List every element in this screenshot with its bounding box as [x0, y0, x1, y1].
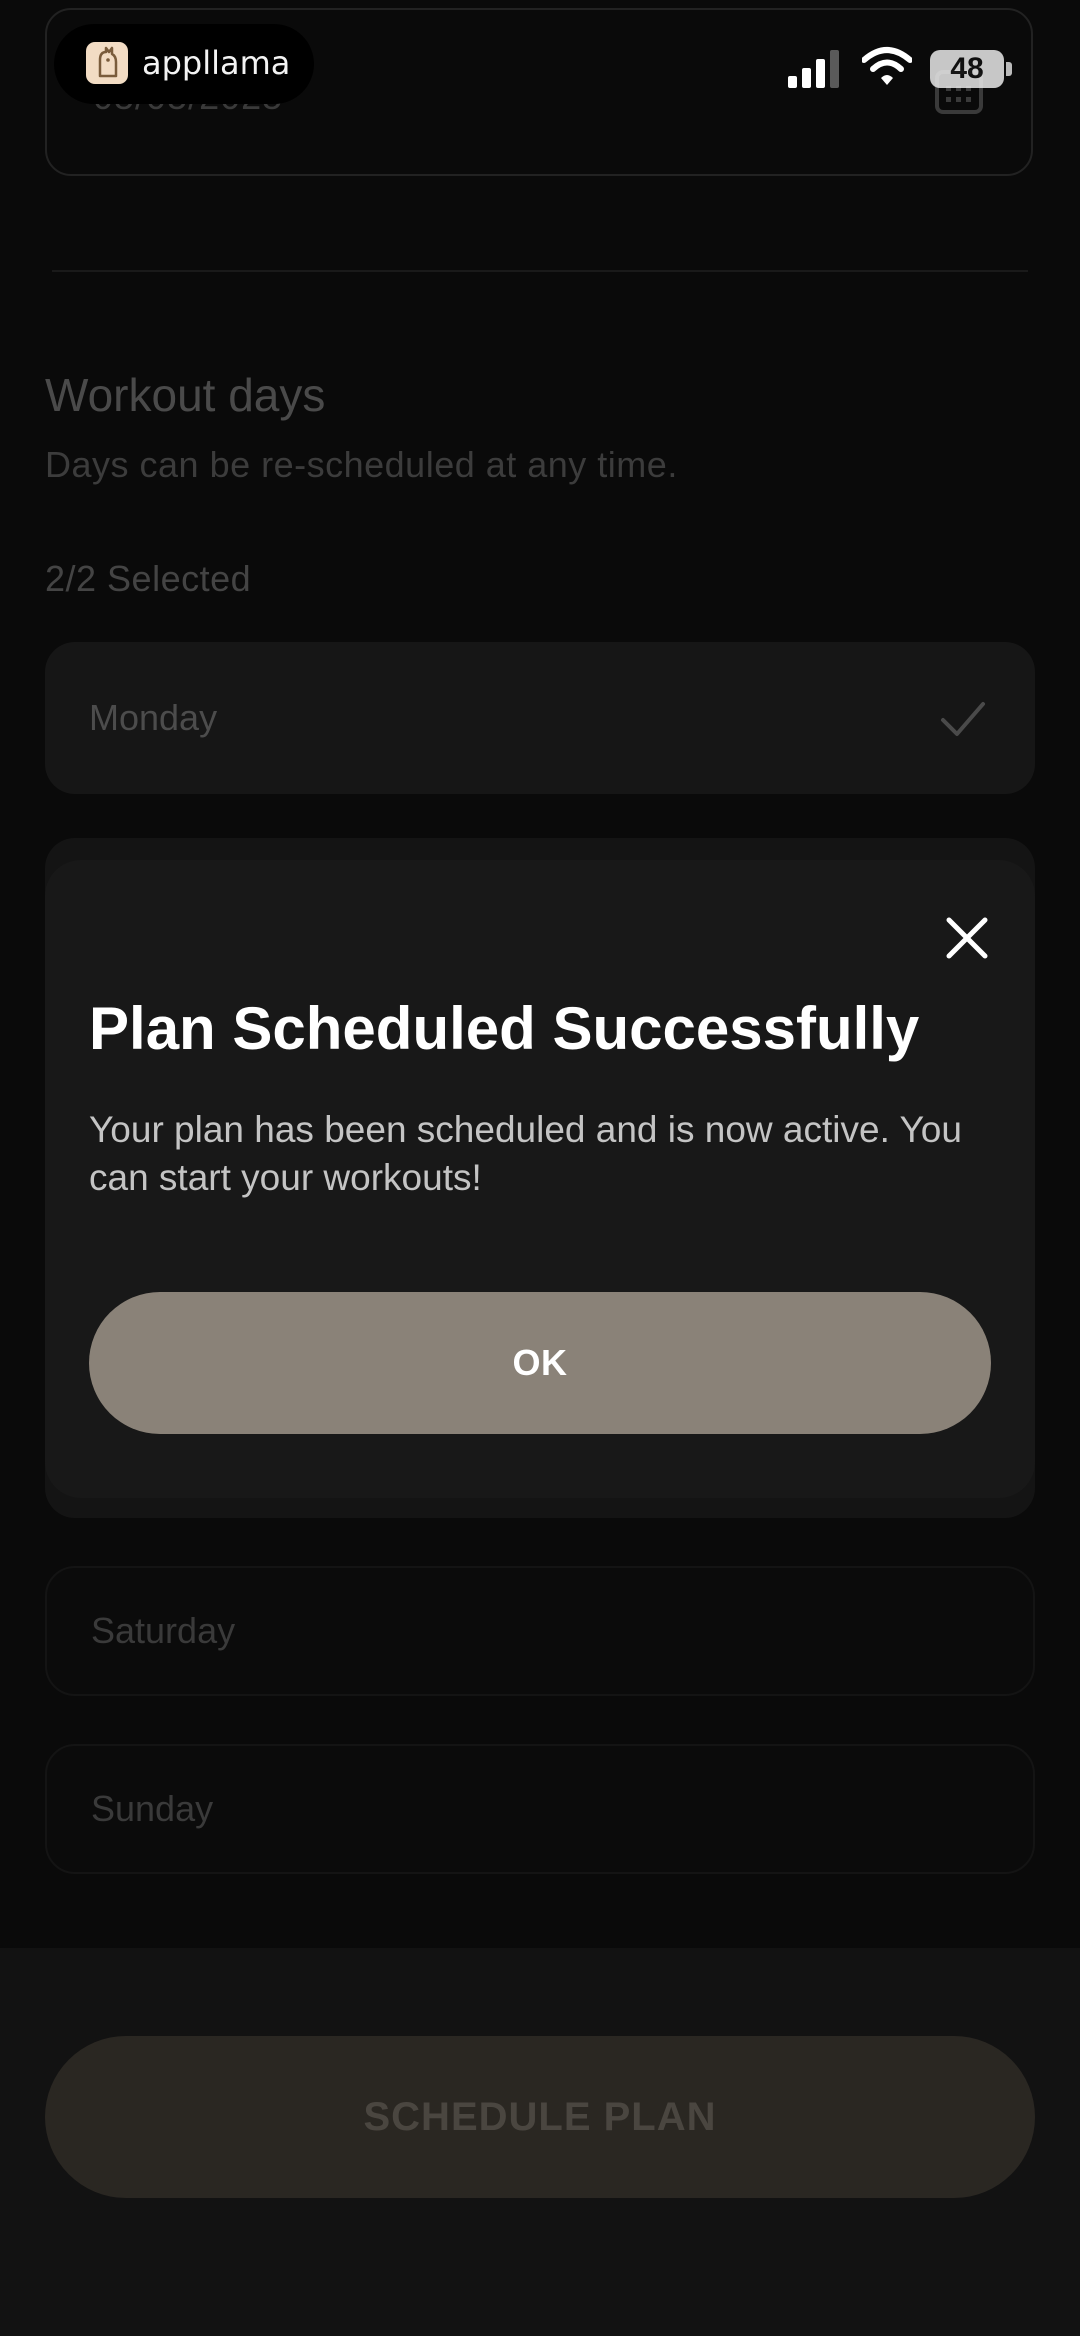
workout-days-subtitle: Days can be re-scheduled at any time. — [45, 444, 678, 485]
app-indicator-pill: appllama — [54, 24, 314, 104]
day-label: Monday — [89, 697, 218, 738]
schedule-plan-button[interactable]: SCHEDULE PLAN — [45, 2036, 1035, 2198]
check-icon — [941, 702, 985, 736]
app-name: appllama — [142, 44, 291, 82]
day-option-sunday[interactable]: Sunday — [45, 1744, 1035, 1874]
day-option-monday[interactable]: Monday — [45, 642, 1035, 794]
screen: 05/05/2025 Workout days Days can be re-s… — [0, 0, 1080, 2336]
wifi-icon — [862, 47, 912, 85]
modal-title: Plan Scheduled Successfully — [89, 995, 920, 1062]
battery-icon: 48 — [930, 50, 1004, 88]
ok-button[interactable]: OK — [89, 1292, 991, 1434]
success-modal: Plan Scheduled Successfully Your plan ha… — [45, 860, 1035, 1498]
day-label: Saturday — [91, 1610, 236, 1651]
battery-cap — [1006, 62, 1012, 76]
selected-count: 2/2 Selected — [45, 558, 252, 599]
battery-level: 48 — [950, 52, 984, 85]
signal-icon — [788, 50, 839, 88]
llama-logo-icon — [86, 42, 128, 84]
day-option-saturday[interactable]: Saturday — [45, 1566, 1035, 1696]
close-icon[interactable] — [939, 910, 995, 966]
day-label: Sunday — [91, 1788, 214, 1829]
modal-message: Your plan has been scheduled and is now … — [89, 1109, 962, 1198]
workout-days-title: Workout days — [45, 369, 326, 421]
divider — [52, 270, 1028, 272]
